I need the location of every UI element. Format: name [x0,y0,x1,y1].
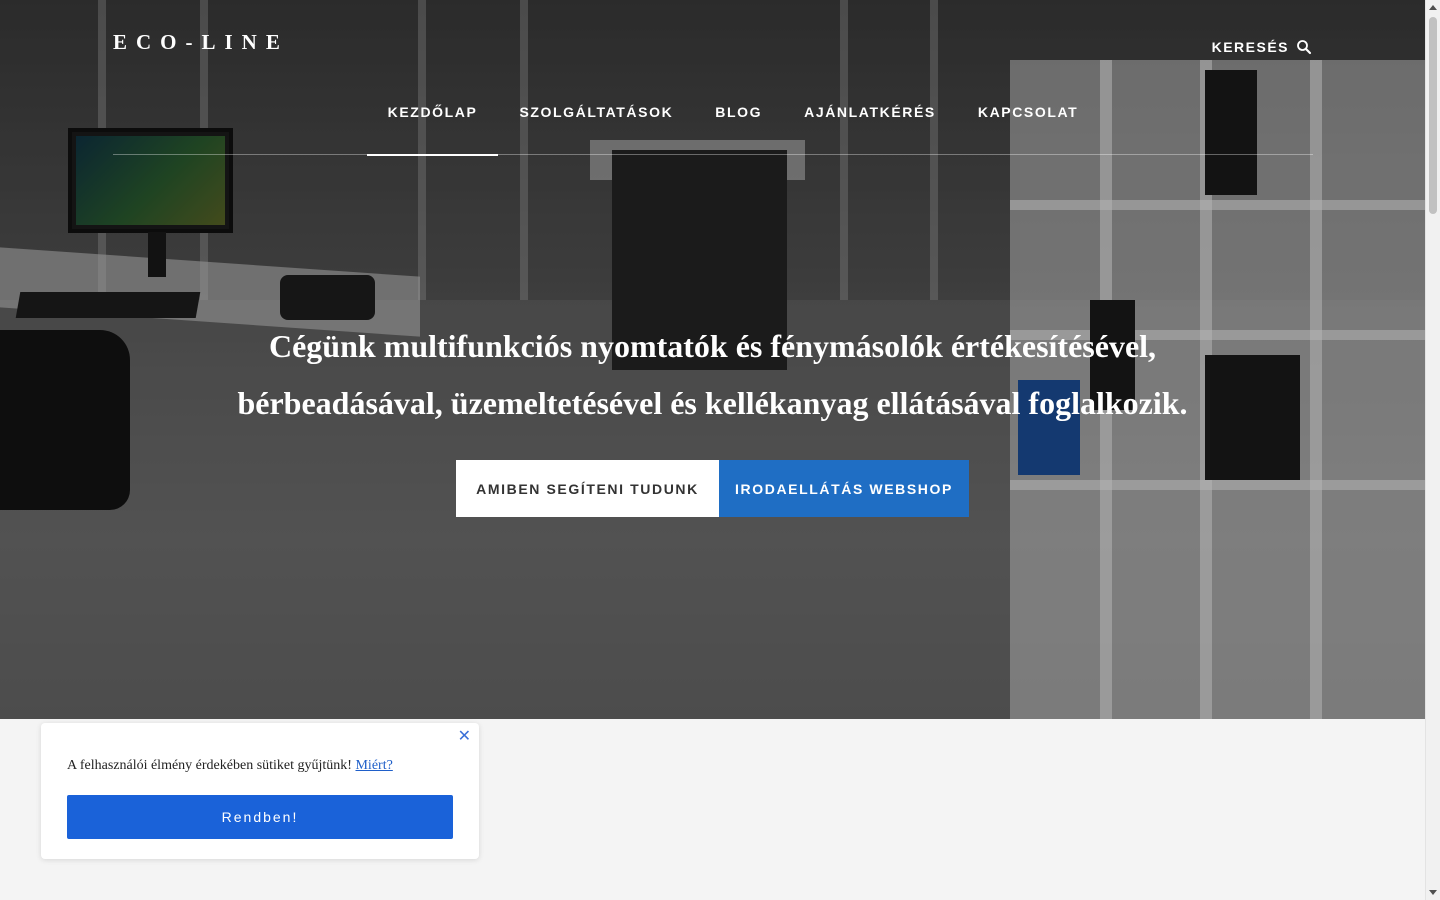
scroll-down-arrow-icon[interactable] [1429,890,1437,895]
hero-headline-line1: Cégünk multifunkciós nyomtatók és fénymá… [268,328,1157,364]
nav-item-home[interactable]: KEZDŐLAP [366,96,499,156]
search-label: KERESÉS [1211,39,1289,55]
main-navigation: KEZDŐLAP SZOLGÁLTATÁSOK BLOG AJÁNLATKÉRÉ… [113,96,1313,156]
cookie-why-link[interactable]: Miért? [355,758,392,773]
search-button[interactable]: KERESÉS [1212,38,1313,56]
cookie-banner: ✕ A felhasználói élmény érdekében sütike… [41,723,479,859]
cookie-accept-button[interactable]: Rendben! [67,795,453,839]
webshop-button[interactable]: IRODAELLÁTÁS WEBSHOP [719,460,969,517]
close-icon[interactable]: ✕ [458,726,471,746]
hero-buttons: AMIBEN SEGÍTENI TUDUNK IRODAELLÁTÁS WEBS… [456,460,969,517]
nav-item-blog[interactable]: BLOG [694,96,783,155]
scrollbar-thumb[interactable] [1429,17,1437,214]
hero-headline-line2: bérbeadásával, üzemeltetésével és kellék… [237,385,1188,421]
hero-section: ECO-LINE KERESÉS KEZDŐLAP SZOLGÁLTATÁSOK… [0,0,1425,719]
cookie-message: A felhasználói élmény érdekében sütiket … [67,758,393,774]
page-scrollbar[interactable] [1425,0,1440,900]
nav-item-quote-request[interactable]: AJÁNLATKÉRÉS [783,96,957,155]
hero-headline: Cégünk multifunkciós nyomtatók és fénymá… [150,318,1275,432]
nav-item-contact[interactable]: KAPCSOLAT [957,96,1099,155]
site-logo[interactable]: ECO-LINE [113,30,289,55]
services-button[interactable]: AMIBEN SEGÍTENI TUDUNK [456,460,719,517]
nav-item-services[interactable]: SZOLGÁLTATÁSOK [498,96,694,155]
cookie-text: A felhasználói élmény érdekében sütiket … [67,758,352,773]
search-icon [1297,40,1312,55]
scroll-up-arrow-icon[interactable] [1429,5,1437,10]
